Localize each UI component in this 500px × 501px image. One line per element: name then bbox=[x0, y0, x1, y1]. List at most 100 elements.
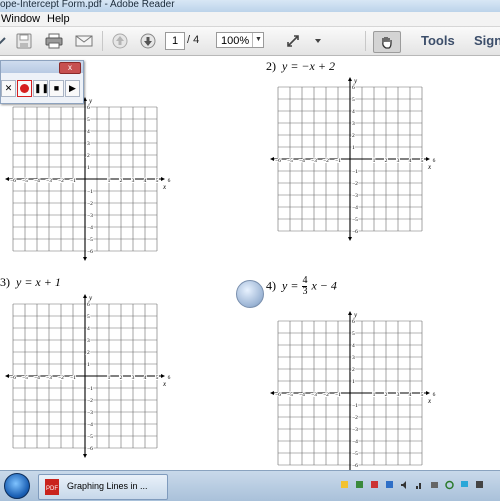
x-tick-label: −6 bbox=[275, 392, 281, 398]
y-tick-label: −6 bbox=[352, 463, 358, 469]
tray-volume-icon[interactable] bbox=[400, 480, 409, 490]
record-icon[interactable] bbox=[17, 80, 32, 97]
y-axis-label: y bbox=[353, 77, 358, 85]
open-icon[interactable] bbox=[0, 31, 8, 51]
hand-tool-icon[interactable] bbox=[373, 31, 401, 53]
x-tick-label: −1 bbox=[70, 375, 76, 381]
y-tick-label: −2 bbox=[87, 201, 93, 207]
cancel-icon[interactable]: ✕ bbox=[1, 80, 16, 97]
x-tick-label: 6 bbox=[168, 178, 171, 184]
previous-page-icon[interactable] bbox=[110, 31, 130, 51]
more-tools-chevron-icon[interactable] bbox=[312, 31, 324, 51]
x-tick-label: 4 bbox=[409, 392, 412, 398]
y-tick-label: 1 bbox=[352, 379, 355, 385]
x-tick-label: −5 bbox=[287, 158, 293, 164]
y-tick-label: 2 bbox=[352, 133, 355, 139]
x-tick-label: 1 bbox=[373, 392, 376, 398]
x-tick-label: 1 bbox=[373, 158, 376, 164]
screen-recorder-widget[interactable]: x ✕ ❚❚ ■ ▶ bbox=[0, 60, 84, 104]
stop-icon[interactable]: ■ bbox=[49, 80, 64, 97]
x-tick-label: −3 bbox=[311, 392, 317, 398]
problem-2-number: 2) bbox=[266, 59, 276, 73]
x-tick-label: 6 bbox=[168, 375, 171, 381]
menu-window[interactable]: Window bbox=[1, 13, 40, 25]
tools-button[interactable]: Tools bbox=[421, 33, 455, 48]
y-tick-label: −2 bbox=[352, 415, 358, 421]
x-tick-label: −6 bbox=[10, 178, 16, 184]
y-tick-label: −6 bbox=[87, 249, 93, 255]
taskbar-task[interactable]: PDF Graphing Lines in ... bbox=[38, 474, 168, 500]
coordinate-grid-2: −6 −5 −4 −3 −2 −1 1 2 3 4 5 6 6 5 4 3 2 1 −1 −2 −3 −4 −5 −6 x y bbox=[270, 77, 437, 241]
x-tick-label: −3 bbox=[46, 375, 52, 381]
magnifier-icon[interactable] bbox=[236, 280, 264, 308]
coordinate-grid-3: −6 −5 −4 −3 −2 −1 1 2 3 4 5 6 6 5 4 3 2 1 −1 −2 −3 −4 −5 −6 x y bbox=[5, 294, 172, 458]
taskbar-task-label: Graphing Lines in ... bbox=[67, 481, 148, 491]
tray-app-icon[interactable] bbox=[385, 480, 394, 490]
y-tick-label: 4 bbox=[87, 129, 90, 135]
pause-icon[interactable]: ❚❚ bbox=[33, 80, 49, 97]
x-tick-label: −5 bbox=[22, 375, 28, 381]
problem-4-equation-suffix: x − 4 bbox=[311, 278, 337, 293]
y-tick-label: 3 bbox=[87, 338, 90, 344]
tray-chat-icon[interactable] bbox=[460, 480, 469, 490]
y-tick-label: −3 bbox=[352, 427, 358, 433]
x-tick-label: 4 bbox=[144, 178, 147, 184]
x-tick-label: 4 bbox=[144, 375, 147, 381]
y-axis-label: y bbox=[88, 97, 93, 105]
y-tick-label: 5 bbox=[352, 331, 355, 337]
x-tick-label: 5 bbox=[421, 392, 424, 398]
x-tick-label: 3 bbox=[397, 158, 400, 164]
tray-security-icon[interactable] bbox=[370, 480, 379, 490]
tray-signal-icon[interactable] bbox=[415, 480, 424, 490]
email-icon[interactable] bbox=[73, 31, 95, 51]
y-tick-label: −1 bbox=[352, 403, 358, 409]
problem-4-equation-prefix: y = bbox=[282, 278, 299, 293]
x-tick-label: 2 bbox=[120, 375, 123, 381]
taskbar: PDF Graphing Lines in ... bbox=[0, 470, 500, 501]
y-tick-label: −6 bbox=[87, 446, 93, 452]
y-tick-label: −1 bbox=[87, 386, 93, 392]
close-icon[interactable]: x bbox=[59, 62, 81, 74]
x-tick-label: −4 bbox=[299, 392, 305, 398]
page-number-input[interactable]: 1 bbox=[165, 32, 185, 50]
x-tick-label: 5 bbox=[156, 178, 159, 184]
x-tick-label: −3 bbox=[311, 158, 317, 164]
y-tick-label: 6 bbox=[87, 105, 90, 111]
x-tick-label: −6 bbox=[275, 158, 281, 164]
y-tick-label: 3 bbox=[87, 141, 90, 147]
fit-page-icon[interactable] bbox=[282, 31, 304, 51]
next-page-icon[interactable] bbox=[138, 31, 158, 51]
y-tick-label: −3 bbox=[352, 193, 358, 199]
print-icon[interactable] bbox=[43, 31, 65, 51]
start-button-icon[interactable] bbox=[4, 473, 30, 499]
y-tick-label: −5 bbox=[87, 237, 93, 243]
x-tick-label: −1 bbox=[70, 178, 76, 184]
x-axis-label: x bbox=[162, 183, 167, 191]
tray-misc-icon[interactable] bbox=[475, 480, 484, 490]
document-page: 2) y = −x + 2 3) y = x + 1 4) y = 4 3 x … bbox=[0, 56, 500, 470]
tray-network-icon[interactable] bbox=[355, 480, 364, 490]
sign-button[interactable]: Sign bbox=[474, 33, 500, 48]
save-icon[interactable] bbox=[14, 31, 34, 51]
tray-power-icon[interactable] bbox=[430, 480, 439, 490]
play-icon[interactable]: ▶ bbox=[65, 80, 80, 97]
y-tick-label: 3 bbox=[352, 355, 355, 361]
y-tick-label: −1 bbox=[352, 169, 358, 175]
y-tick-label: 3 bbox=[352, 121, 355, 127]
tray-sync-icon[interactable] bbox=[445, 480, 454, 490]
problem-4-fraction: 4 3 bbox=[302, 276, 308, 297]
menu-help[interactable]: Help bbox=[47, 13, 70, 25]
x-axis-label: x bbox=[427, 163, 432, 171]
chevron-down-icon[interactable]: ▼ bbox=[252, 33, 264, 47]
y-tick-label: −6 bbox=[352, 229, 358, 235]
x-tick-label: −5 bbox=[22, 178, 28, 184]
x-tick-label: 6 bbox=[433, 158, 436, 164]
x-tick-label: −2 bbox=[58, 178, 64, 184]
y-tick-label: 5 bbox=[352, 97, 355, 103]
y-tick-label: −2 bbox=[87, 398, 93, 404]
y-tick-label: 4 bbox=[352, 343, 355, 349]
tray-flag-icon[interactable] bbox=[340, 480, 349, 490]
y-tick-label: 1 bbox=[352, 145, 355, 151]
y-tick-label: 2 bbox=[352, 367, 355, 373]
x-tick-label: 3 bbox=[132, 375, 135, 381]
